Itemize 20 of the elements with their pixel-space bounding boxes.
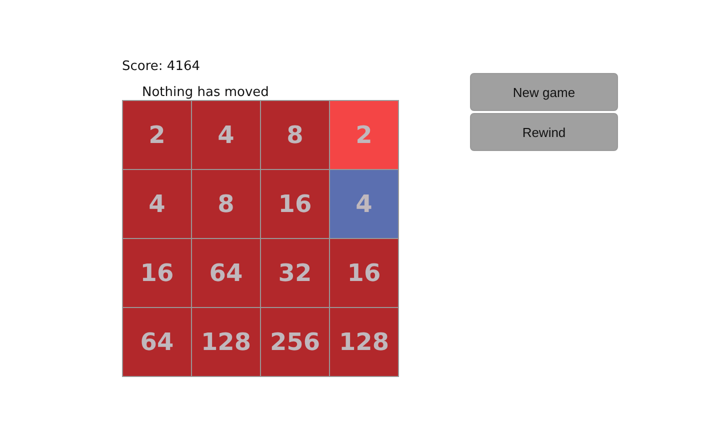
tile: 4 bbox=[123, 170, 191, 238]
tile: 2 bbox=[330, 101, 398, 169]
status-message: Nothing has moved bbox=[142, 85, 270, 100]
tile: 8 bbox=[261, 101, 329, 169]
tile: 128 bbox=[192, 308, 260, 376]
tile: 128 bbox=[330, 308, 398, 376]
tile: 256 bbox=[261, 308, 329, 376]
tile: 64 bbox=[123, 308, 191, 376]
score-label: Score: 4164 bbox=[122, 58, 202, 76]
tile: 4 bbox=[330, 170, 398, 238]
tile: 16 bbox=[123, 239, 191, 307]
tile: 8 bbox=[192, 170, 260, 238]
tile: 16 bbox=[330, 239, 398, 307]
tile: 64 bbox=[192, 239, 260, 307]
new-game-button[interactable]: New game bbox=[470, 73, 618, 111]
tile: 4 bbox=[192, 101, 260, 169]
tile: 32 bbox=[261, 239, 329, 307]
rewind-button[interactable]: Rewind bbox=[470, 113, 618, 151]
tile: 2 bbox=[123, 101, 191, 169]
tile: 16 bbox=[261, 170, 329, 238]
